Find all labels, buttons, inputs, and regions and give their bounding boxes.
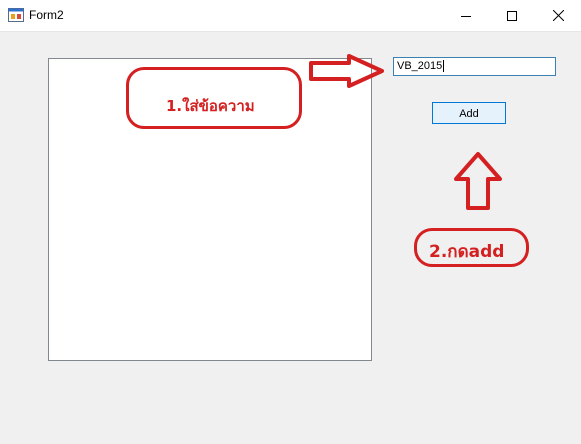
up-arrow-icon [454, 152, 502, 210]
add-button[interactable]: Add [432, 102, 506, 124]
close-icon [552, 10, 564, 21]
minimize-icon [461, 15, 471, 17]
window-title: Form2 [29, 8, 64, 22]
annotation-step2-text: 2.กดadd [429, 242, 505, 262]
annotation-step1-box: 1.ใส่ข้อความ [126, 67, 302, 129]
annotation-step1-text: 1.ใส่ข้อความ [166, 97, 255, 115]
text-input[interactable]: VB_2015 [393, 57, 556, 76]
maximize-button[interactable] [489, 0, 535, 31]
form-app-icon [8, 8, 24, 22]
text-caret [443, 60, 445, 73]
maximize-icon [507, 10, 517, 21]
close-button[interactable] [535, 0, 581, 31]
minimize-button[interactable] [443, 0, 489, 31]
right-arrow-icon [309, 54, 384, 88]
title-bar[interactable]: Form2 [0, 0, 581, 32]
text-input-value: VB_2015 [397, 60, 443, 72]
annotation-step2-box: 2.กดadd [414, 228, 529, 267]
